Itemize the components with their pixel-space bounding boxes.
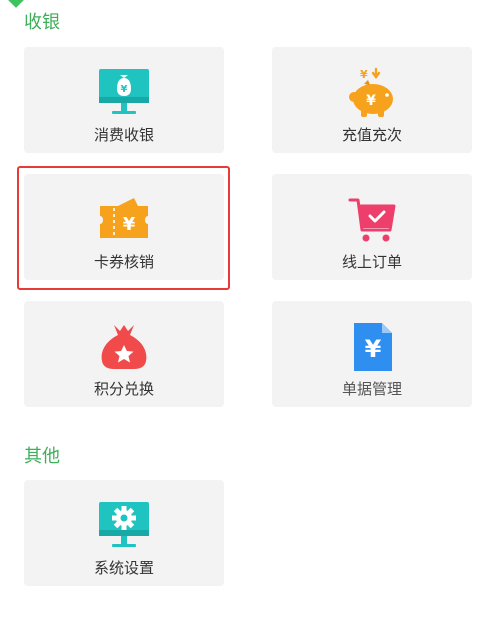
section-title-other: 其他 <box>24 446 60 466</box>
ticket-yen-icon: ¥ <box>96 194 152 246</box>
money-bag-star-icon <box>96 321 152 373</box>
tile-consume-cashier[interactable]: ¥ 消费收银 <box>24 47 224 153</box>
tile-label: 消费收银 <box>93 127 154 144</box>
tile-label: 系统设置 <box>93 560 154 577</box>
tile-online-orders[interactable]: 线上订单 <box>272 174 472 280</box>
svg-text:¥: ¥ <box>360 68 368 81</box>
svg-text:¥: ¥ <box>123 214 136 235</box>
monitor-gear-icon <box>96 500 152 552</box>
tile-system-settings[interactable]: 系统设置 <box>24 480 224 586</box>
svg-text:¥: ¥ <box>366 93 376 109</box>
corner-marker <box>6 0 26 8</box>
section-title-cashier: 收银 <box>24 12 60 32</box>
piggy-bank-icon: ¥ ¥ <box>344 67 400 119</box>
tile-label: 线上订单 <box>341 254 402 271</box>
document-yen-icon: ¥ <box>344 321 400 373</box>
tile-label: 充值充次 <box>341 127 402 144</box>
tile-coupon-verify[interactable]: ¥ 卡券核销 <box>24 174 224 280</box>
svg-text:¥: ¥ <box>121 84 128 95</box>
tile-document-management[interactable]: ¥ 单据管理 <box>272 301 472 407</box>
svg-text:¥: ¥ <box>365 335 382 363</box>
monitor-yen-icon: ¥ <box>96 67 152 119</box>
tile-label: 积分兑换 <box>93 381 154 398</box>
tile-recharge[interactable]: ¥ ¥ 充值充次 <box>272 47 472 153</box>
page: 收银 ¥ 消费收银 ¥ ¥ 充值充次 ¥ 卡券核销 线上订单 积分兑换 ¥ 单据… <box>0 0 487 643</box>
tile-label: 单据管理 <box>341 381 402 398</box>
tile-label: 卡券核销 <box>93 254 154 271</box>
shopping-cart-icon <box>344 194 400 246</box>
tile-points-exchange[interactable]: 积分兑换 <box>24 301 224 407</box>
